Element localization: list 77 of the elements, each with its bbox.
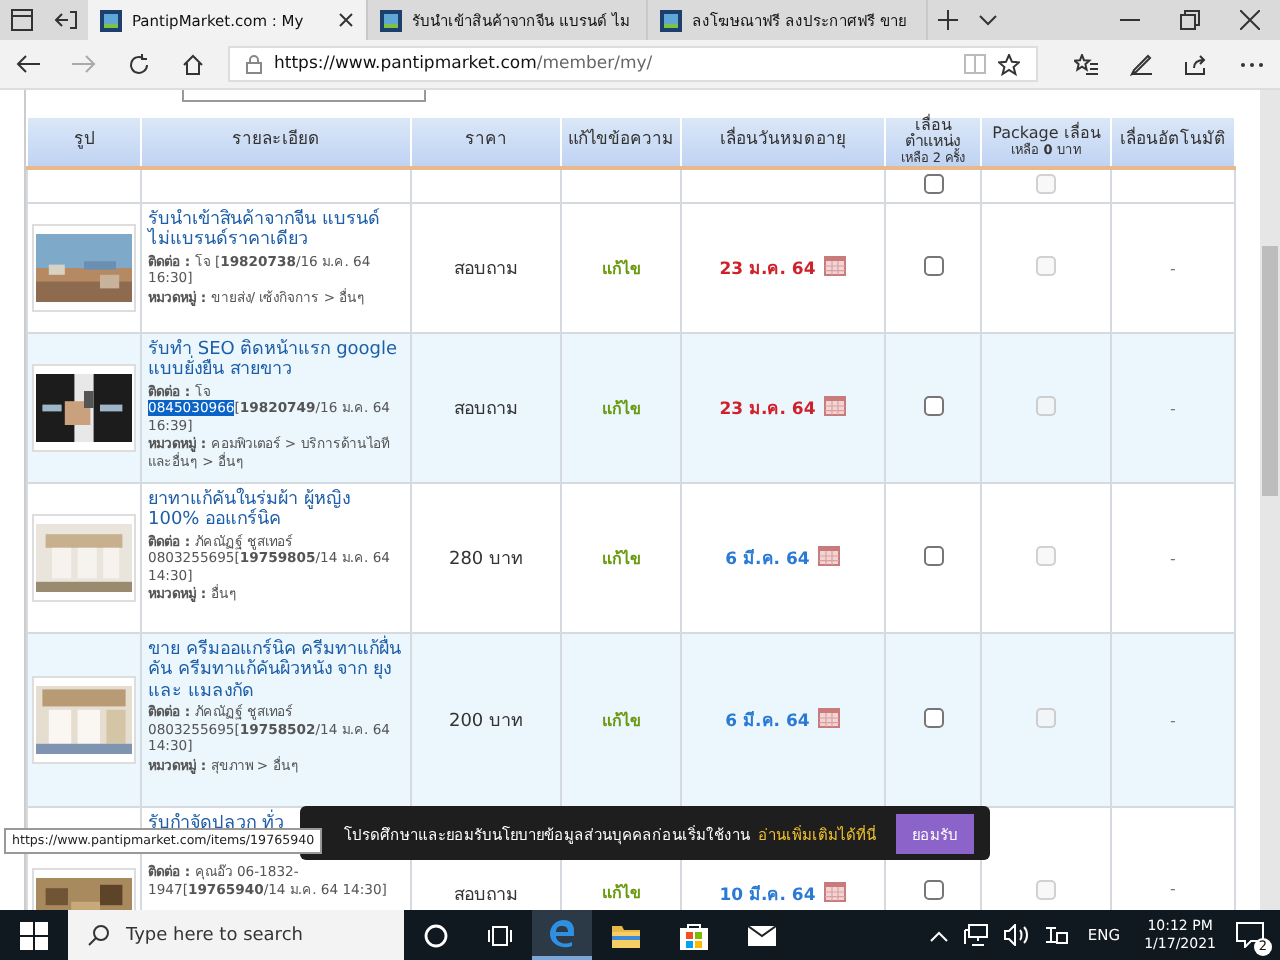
checkbox[interactable] — [923, 546, 943, 567]
price-text: สอบถาม — [454, 400, 518, 421]
favicon-icon — [100, 9, 122, 31]
calendar-icon[interactable] — [824, 256, 847, 277]
listing-title-link[interactable]: รับทำ SEO ติดหน้าแรก google แบบยั่งยืน สายขาว — [148, 338, 404, 382]
network-icon[interactable] — [963, 924, 988, 946]
star-icon[interactable] — [998, 53, 1020, 75]
mail-icon[interactable] — [748, 925, 776, 945]
lock-icon — [246, 54, 262, 74]
new-tab-icon[interactable] — [938, 10, 958, 30]
checkbox[interactable] — [923, 708, 943, 729]
search-icon — [88, 924, 110, 946]
checkbox[interactable] — [923, 396, 943, 417]
calendar-icon[interactable] — [818, 546, 841, 567]
column-header: รูป — [27, 118, 141, 168]
listing-title-link[interactable]: ขาย ครีมออแกร์นิค ครีมทาแก้ผื่นคัน ครีมทาแก้คันผิวหนัง จาก ยุง และ แมลงกัด — [148, 638, 404, 703]
favicon-icon — [380, 9, 402, 31]
search-placeholder: Type here to search — [126, 925, 303, 945]
column-header: ราคา — [411, 118, 561, 168]
favorites-icon[interactable] — [1074, 53, 1098, 75]
price-text: 280 บาท — [448, 550, 524, 571]
windows-start-icon[interactable] — [20, 921, 48, 949]
expiry-date: 23 ม.ค. 64 — [719, 260, 816, 281]
auto-bump-value: - — [1170, 711, 1176, 730]
back-icon[interactable] — [16, 54, 40, 74]
column-header: รายละเอียด — [141, 118, 411, 168]
taskbar-search-field[interactable]: Type here to search — [68, 910, 404, 960]
column-header: เลื่อนอัตโนมัติ — [1111, 118, 1235, 168]
expiry-date: 6 มี.ค. 64 — [725, 712, 810, 733]
auto-bump-value: - — [1170, 549, 1176, 568]
expiry-date: 6 มี.ค. 64 — [725, 550, 810, 571]
pen-icon[interactable] — [1130, 53, 1152, 75]
chevron-up-icon[interactable] — [929, 929, 948, 941]
column-header: แก้ไขข้อความ — [561, 118, 681, 168]
edge-taskbar-button[interactable] — [532, 910, 592, 960]
store-icon[interactable] — [680, 921, 708, 949]
header-label: Package เลื่อน — [990, 126, 1103, 143]
scrollbar-thumb[interactable] — [1262, 246, 1278, 496]
auto-bump-value: - — [1170, 259, 1176, 278]
tab-list-icon[interactable] — [10, 8, 34, 32]
share-icon[interactable] — [1184, 53, 1208, 75]
address-bar[interactable]: https://www.pantipmarket.com/member/my/ — [228, 46, 1038, 82]
keyboard-icon[interactable] — [1043, 924, 1068, 946]
expiry-date: 23 ม.ค. 64 — [719, 400, 816, 421]
favicon-icon — [660, 9, 682, 31]
listing-title-link[interactable]: ยาทาแก้คันในร่มผ้า ผู้หญิง 100% ออแกร์นิค — [148, 488, 404, 532]
price-text: สอบถาม — [454, 886, 518, 907]
address-text: https://www.pantipmarket.com/member/my/ — [274, 54, 653, 74]
volume-icon[interactable] — [1003, 924, 1028, 946]
checkbox[interactable] — [923, 880, 943, 901]
calendar-icon[interactable] — [824, 882, 847, 903]
expiry-date: 10 มี.ค. 64 — [719, 886, 816, 907]
auto-bump-value: - — [1170, 880, 1176, 899]
task-view-icon[interactable] — [488, 923, 512, 947]
column-header: เลื่อนวันหมดอายุ — [681, 118, 885, 168]
refresh-icon[interactable] — [128, 53, 150, 75]
restore-icon[interactable] — [1180, 10, 1200, 30]
set-aside-tabs-icon[interactable] — [54, 8, 78, 32]
auto-bump-value: - — [1170, 399, 1176, 418]
checkbox[interactable] — [923, 173, 943, 194]
scrollbar[interactable] — [1260, 90, 1280, 910]
folder-icon[interactable] — [612, 923, 640, 947]
chevron-down-icon[interactable] — [978, 14, 998, 26]
checkbox[interactable] — [923, 256, 943, 277]
price-text: 200 บาท — [448, 712, 524, 733]
more-icon[interactable] — [1240, 61, 1264, 67]
notification-icon — [1236, 922, 1264, 948]
edge-icon — [548, 919, 576, 947]
listing-title-link[interactable]: รับนำเข้าสินค้าจากจีน แบรนด์ ไม่แบรนด์ราคาเดียว — [148, 208, 404, 252]
header-label: เลื่อนตำแหน่ง — [905, 118, 961, 151]
close-tab-icon[interactable] — [338, 12, 354, 28]
calendar-icon[interactable] — [824, 396, 847, 417]
home-icon[interactable] — [182, 53, 204, 75]
calendar-icon[interactable] — [818, 708, 841, 729]
cortana-icon[interactable] — [424, 923, 448, 947]
price-text: สอบถาม — [454, 260, 518, 281]
close-icon[interactable] — [1240, 10, 1260, 30]
